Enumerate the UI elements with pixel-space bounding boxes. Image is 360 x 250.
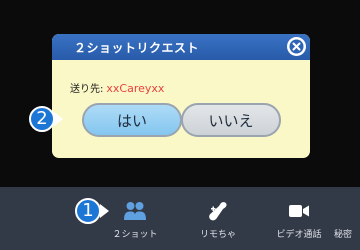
video-camera-icon	[288, 200, 310, 222]
toolbar-video-call-label: ビデオ通話	[276, 230, 322, 240]
no-button-label: いいえ	[208, 111, 254, 130]
step-marker-2: 2	[29, 106, 55, 132]
step-marker-1: 1	[75, 198, 101, 224]
toolbar-two-shot-label: ２ショット	[112, 230, 158, 240]
dialog-header: ２ショットリクエスト	[52, 34, 310, 60]
close-icon	[289, 39, 304, 54]
yes-button-label: はい	[116, 111, 147, 130]
remote-toy-icon	[207, 200, 229, 222]
toolbar-remote-toy-label: リモちゃ	[199, 230, 236, 240]
close-button[interactable]	[287, 37, 306, 56]
two-shot-request-dialog: ２ショットリクエスト 送り先: xxCareyxx はい いいえ	[52, 34, 310, 158]
step-marker-1-arrow	[100, 204, 109, 218]
toolbar-two-shot-button[interactable]: ２ショット	[104, 187, 166, 250]
no-button[interactable]: いいえ	[181, 103, 281, 137]
dialog-title: ２ショットリクエスト	[74, 41, 200, 55]
step-marker-2-arrow	[54, 112, 63, 126]
yes-button[interactable]: はい	[82, 103, 182, 137]
bottom-toolbar: ２ショット リモちゃ ビデオ通話 秘密	[0, 187, 360, 250]
recipient-name: xxCareyxx	[106, 82, 165, 95]
recipient-label: 送り先:	[70, 84, 104, 95]
two-person-icon	[123, 200, 147, 222]
toolbar-remote-toy-button[interactable]: リモちゃ	[187, 187, 249, 250]
recipient-row: 送り先: xxCareyxx	[70, 79, 164, 95]
toolbar-secret-label: 秘密	[334, 230, 353, 240]
toolbar-video-call-button[interactable]: ビデオ通話	[266, 187, 332, 250]
toolbar-secret-button[interactable]: 秘密	[334, 187, 360, 250]
